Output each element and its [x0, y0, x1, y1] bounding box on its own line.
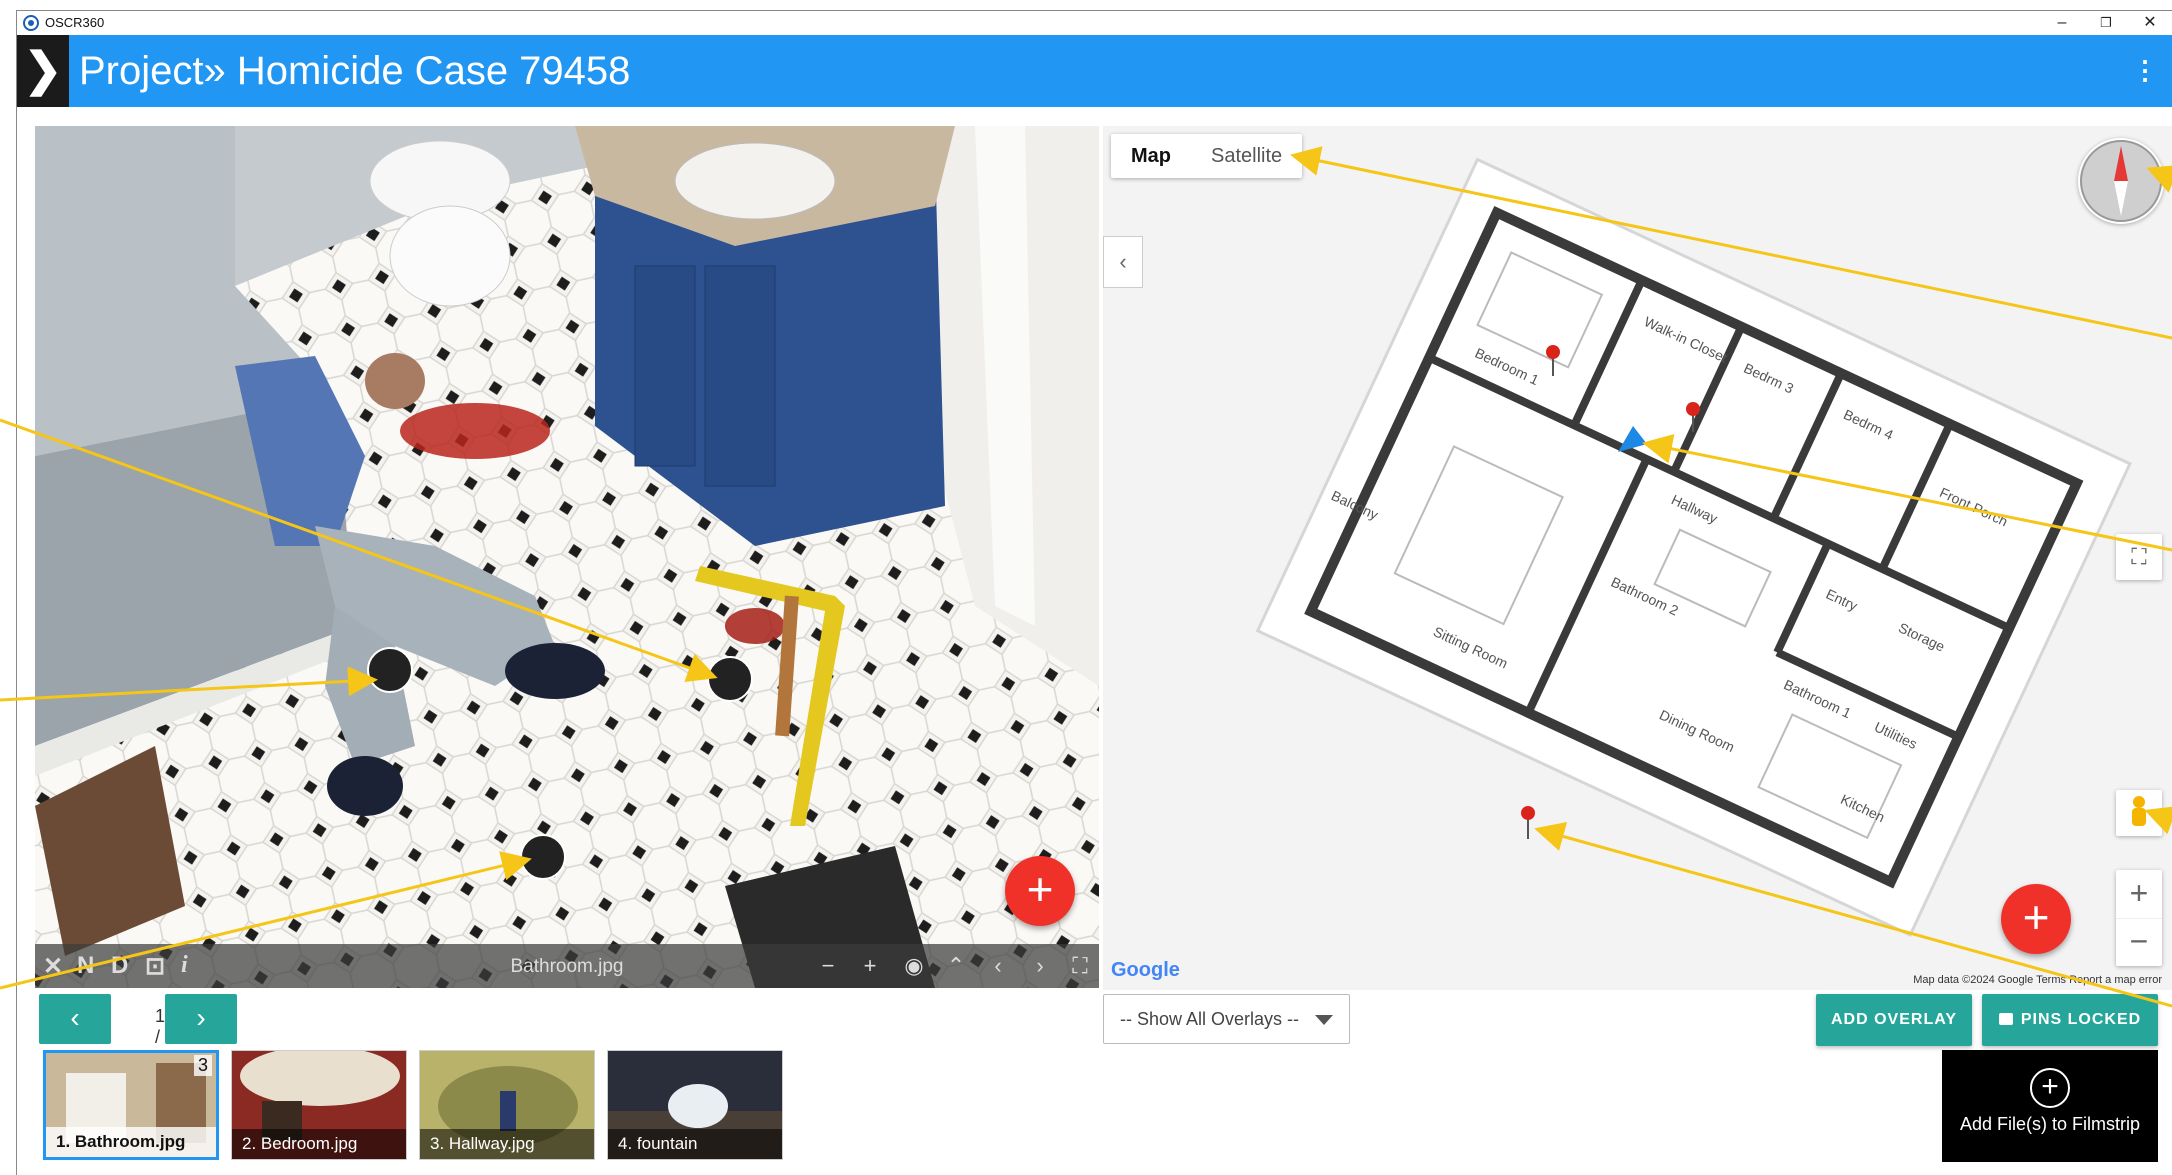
- map-type-map[interactable]: Map: [1111, 134, 1191, 178]
- minimize-button[interactable]: –: [2042, 11, 2082, 35]
- filmstrip-item-label: 3. Hallway.jpg: [420, 1129, 594, 1159]
- add-files-label: Add File(s) to Filmstrip: [1959, 1114, 2141, 1134]
- gyro-icon[interactable]: ⌃: [941, 952, 971, 982]
- collapse-panel-button[interactable]: ‹: [1103, 236, 1143, 288]
- filmstrip-item-label: 1. Bathroom.jpg: [46, 1127, 216, 1157]
- panorama-viewer[interactable]: + ✕ N D ⊡ i Bathroom.jpg − + ◉ ⌃ ‹ › ⛶: [35, 126, 1099, 988]
- add-files-button[interactable]: + Add File(s) to Filmstrip: [1942, 1050, 2158, 1162]
- map-zoom-out-button[interactable]: −: [2116, 918, 2162, 966]
- floor-plan-image: Bedroom 1 Walk-in Closet Bedrm 3 Bedrm 4…: [1255, 157, 2132, 938]
- zoom-in-icon[interactable]: +: [855, 952, 885, 982]
- filmstrip-item-label: 4. fountain: [608, 1129, 782, 1159]
- add-overlay-button[interactable]: ADD OVERLAY: [1816, 994, 1972, 1046]
- google-logo-text: Google: [1111, 959, 1180, 981]
- fullscreen-icon[interactable]: ⛶: [1065, 952, 1095, 982]
- filmstrip-item[interactable]: 2. Bedroom.jpg: [231, 1050, 407, 1160]
- compass-needle-icon: [2080, 140, 2162, 222]
- zoom-out-icon[interactable]: −: [813, 952, 843, 982]
- next-icon[interactable]: ›: [1025, 952, 1055, 982]
- pins-locked-button[interactable]: PINS LOCKED: [1982, 994, 2158, 1046]
- add-hotspot-button[interactable]: +: [1005, 856, 1075, 926]
- next-image-button[interactable]: ›: [165, 994, 237, 1044]
- close-window-button[interactable]: ✕: [2130, 11, 2170, 35]
- floor-plan-map[interactable]: Bedroom 1 Walk-in Closet Bedrm 3 Bedrm 4…: [1103, 126, 2172, 990]
- filmstrip-item[interactable]: 3. Hallway.jpg: [419, 1050, 595, 1160]
- lock-icon: [1998, 1013, 2013, 1025]
- hotspot-marker[interactable]: [707, 656, 753, 702]
- hotspot-marker[interactable]: [367, 647, 413, 693]
- map-type-satellite[interactable]: Satellite: [1191, 134, 1302, 178]
- map-fullscreen-button[interactable]: ⛶: [2116, 534, 2162, 580]
- add-circle-icon: +: [2030, 1068, 2070, 1108]
- pins-locked-label: PINS LOCKED: [2020, 1011, 2142, 1028]
- bathroom-photo: [35, 126, 1099, 988]
- previous-image-button[interactable]: ‹: [39, 994, 111, 1044]
- eye-icon[interactable]: ◉: [899, 952, 929, 982]
- app-header: ❯ Project» Homicide Case 79458 ⋮: [17, 35, 2172, 107]
- nav-drawer-button[interactable]: ❯: [17, 35, 69, 107]
- viewer-toolbar: ✕ N D ⊡ i Bathroom.jpg − + ◉ ⌃ ‹ › ⛶: [35, 944, 1099, 988]
- google-logo: Google: [1111, 959, 1180, 982]
- app-title: OSCR360: [45, 15, 105, 30]
- map-attribution: Map data ©2024 Google Terms Report a map…: [1913, 974, 2162, 986]
- map-pin[interactable]: [1521, 806, 1535, 839]
- hotspot-count-badge: 3: [193, 1055, 212, 1076]
- add-pin-button[interactable]: +: [2001, 884, 2071, 954]
- filmstrip-item-label: 2. Bedroom.jpg: [232, 1129, 406, 1159]
- overlay-select-value: -- Show All Overlays --: [1120, 1009, 1300, 1029]
- restore-button[interactable]: ❐: [2086, 11, 2126, 35]
- map-type-toggle: Map Satellite: [1111, 134, 1303, 178]
- zoom-controls: + −: [2116, 870, 2162, 966]
- filmstrip-item[interactable]: 3 1. Bathroom.jpg: [43, 1050, 219, 1160]
- window-titlebar: OSCR360 – ❐ ✕: [17, 11, 2172, 35]
- hotspot-marker[interactable]: [520, 834, 566, 880]
- app-logo-icon: [23, 15, 39, 31]
- overlay-select[interactable]: -- Show All Overlays --: [1103, 994, 1350, 1044]
- compass-icon[interactable]: [2078, 138, 2164, 224]
- viewer-filename: Bathroom.jpg: [510, 956, 624, 977]
- map-zoom-in-button[interactable]: +: [2116, 870, 2162, 918]
- filmstrip-item[interactable]: 4. fountain: [607, 1050, 783, 1160]
- chevron-down-icon: [1315, 1015, 1333, 1025]
- pegman-icon: [2132, 796, 2146, 826]
- page-title: Project» Homicide Case 79458: [79, 49, 631, 93]
- street-view-pegman-icon[interactable]: [2116, 790, 2162, 836]
- more-menu-icon[interactable]: ⋮: [2132, 55, 2158, 86]
- previous-icon[interactable]: ‹: [983, 952, 1013, 982]
